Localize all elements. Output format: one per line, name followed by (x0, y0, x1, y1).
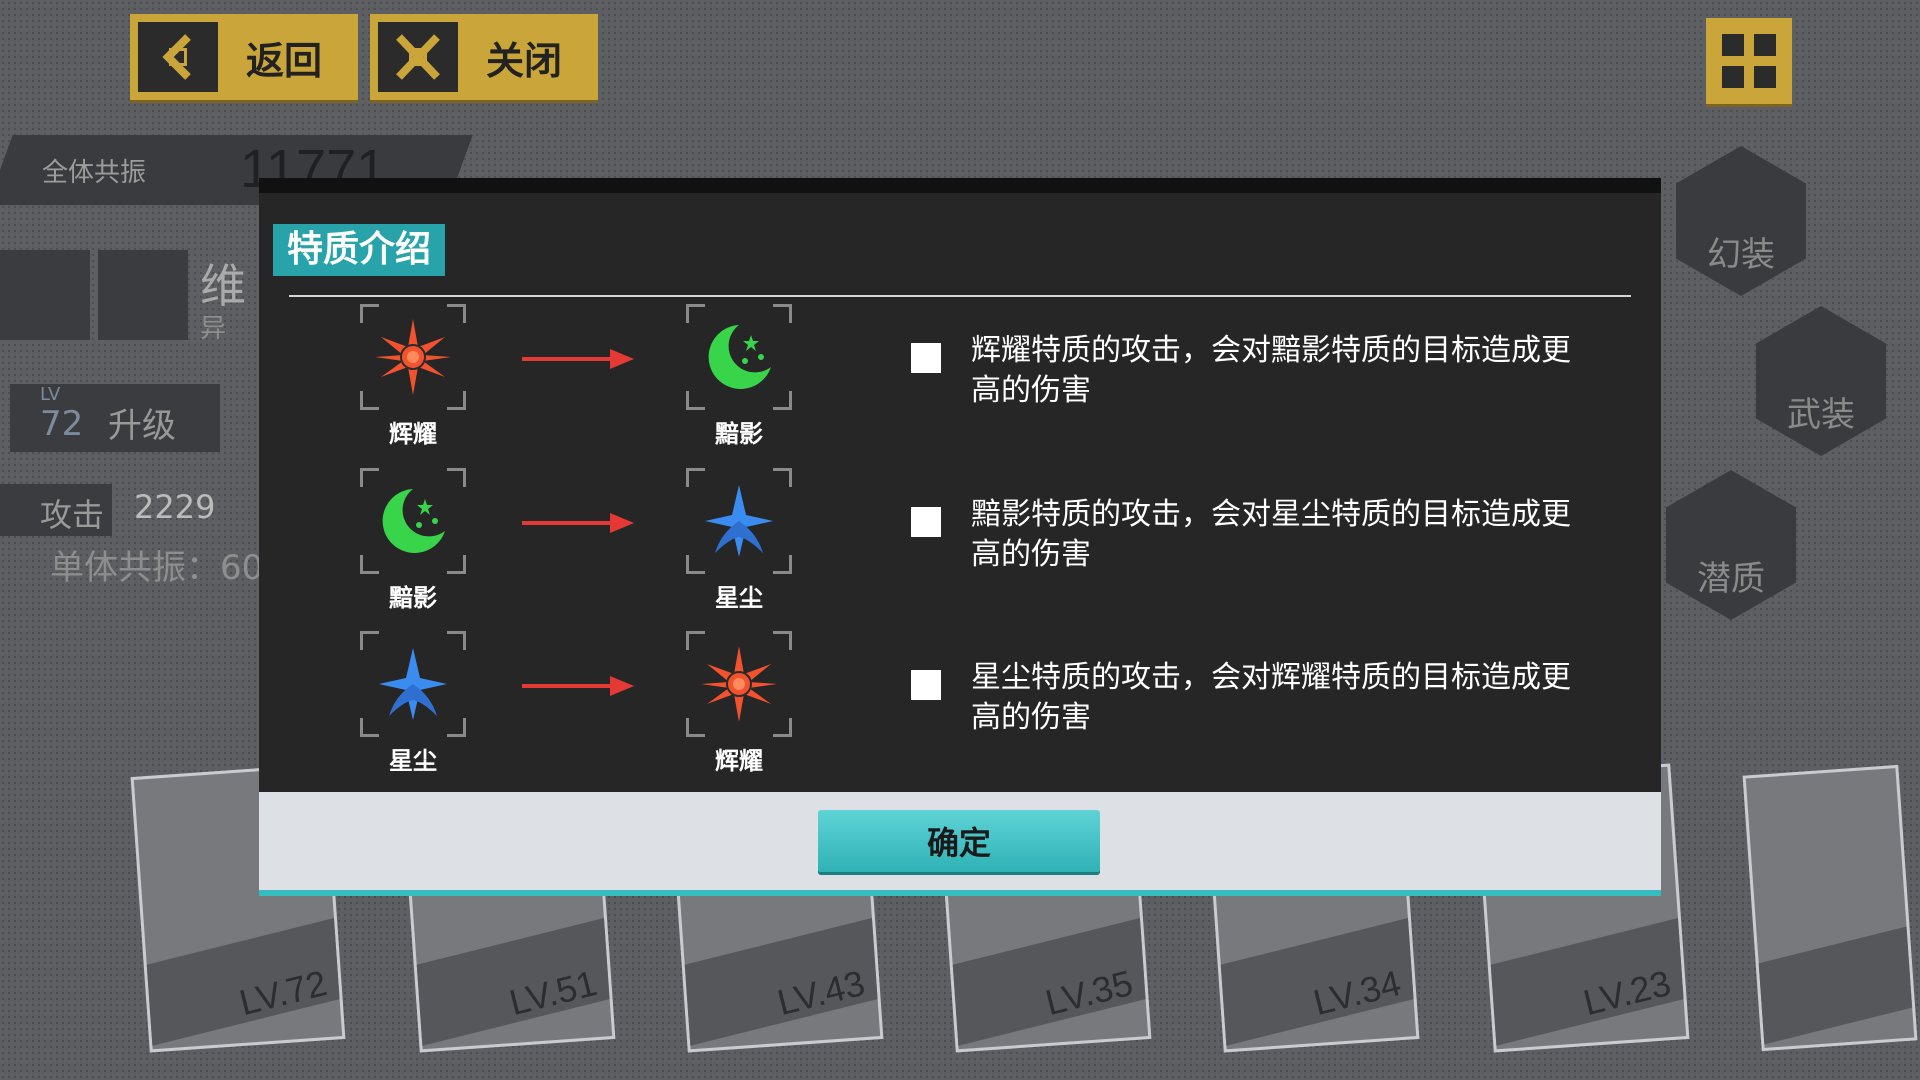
total-resonance-label: 全体共振 (42, 158, 147, 188)
menu-grid-button[interactable] (1706, 18, 1792, 104)
bullet-square (911, 507, 941, 537)
arrow-right-icon (522, 513, 634, 533)
stardust-icon (705, 485, 773, 557)
dialog-title: 特质介绍 (273, 224, 446, 276)
arrow-right-icon (522, 676, 634, 696)
potential-hex-button[interactable]: 潜质 (1666, 470, 1796, 620)
title-divider (289, 295, 1631, 297)
trait-to-label: 黯影 (715, 420, 763, 448)
single-resonance: 单体共振：60 (50, 548, 264, 588)
outfit-label: 幻装 (1707, 234, 1775, 275)
radiance-icon (375, 319, 451, 395)
trait-from-label: 黯影 (389, 584, 437, 612)
armament-label: 武装 (1787, 394, 1855, 435)
trait-tile[interactable] (0, 250, 90, 340)
stardust-icon (379, 648, 447, 720)
trait-description: 黯影特质的攻击，会对星尘特质的目标造成更高的伤害 (971, 497, 1571, 572)
close-icon (378, 22, 458, 92)
crescent-moon-icon (382, 489, 445, 553)
potential-label: 潜质 (1697, 558, 1765, 599)
close-button[interactable]: 关闭 (370, 14, 598, 100)
crescent-moon-icon (708, 325, 771, 389)
trait-from-label: 星尘 (389, 747, 437, 775)
armament-hex-button[interactable]: 武装 (1756, 306, 1886, 456)
stardust-icon-box (360, 631, 466, 737)
trait-from-label: 辉耀 (389, 420, 437, 448)
trait-description: 星尘特质的攻击，会对辉耀特质的目标造成更高的伤害 (971, 660, 1571, 735)
trait-row: 星尘 辉耀 星尘特质的攻击，会对辉耀特质的目标造成更高的伤害 (259, 631, 1661, 781)
stardust-icon-box (686, 468, 792, 574)
grid-icon (1722, 34, 1744, 56)
trait-row: 辉耀 黯影 辉耀特质的攻击，会对黯影特质的目标造成更高的伤害 (259, 304, 1661, 454)
radiance-icon-box (360, 304, 466, 410)
outfit-hex-button[interactable]: 幻装 (1676, 146, 1806, 296)
shadow-icon-box (686, 304, 792, 410)
attack-value: 2229 (134, 488, 216, 526)
back-label: 返回 (246, 38, 323, 83)
back-arrow-icon (138, 22, 218, 92)
trait-to-label: 辉耀 (715, 747, 763, 775)
upgrade-label: 升级 (108, 406, 176, 446)
attack-label: 攻击 (40, 496, 105, 534)
dialog-body: 特质介绍 辉耀 黯影 辉耀特质的攻击，会对黯影特质的目标造成更高的伤害 黯影 星… (259, 178, 1661, 792)
shadow-icon-box (360, 468, 466, 574)
weapon-tile[interactable] (98, 250, 188, 340)
character-subtitle: 异 (200, 314, 227, 344)
bullet-square (911, 343, 941, 373)
trait-description: 辉耀特质的攻击，会对黯影特质的目标造成更高的伤害 (971, 333, 1571, 408)
back-button[interactable]: 返回 (130, 14, 358, 100)
radiance-icon (701, 646, 777, 722)
trait-intro-dialog: 特质介绍 辉耀 黯影 辉耀特质的攻击，会对黯影特质的目标造成更高的伤害 黯影 星… (259, 178, 1661, 896)
character-card[interactable] (1742, 764, 1918, 1052)
trait-row: 黯影 星尘 黯影特质的攻击，会对星尘特质的目标造成更高的伤害 (259, 468, 1661, 618)
upgrade-button[interactable]: LV 72 升级 (10, 384, 220, 452)
bullet-square (911, 670, 941, 700)
confirm-button[interactable]: 确定 (818, 810, 1100, 872)
trait-to-label: 星尘 (715, 584, 763, 612)
radiance-icon-box (686, 631, 792, 737)
level-prefix: LV (40, 384, 61, 405)
level-value: 72 (40, 404, 84, 444)
arrow-right-icon (522, 349, 634, 369)
close-label: 关闭 (486, 38, 563, 83)
attack-badge: 攻击 (0, 484, 112, 536)
character-name: 维 (200, 259, 246, 313)
